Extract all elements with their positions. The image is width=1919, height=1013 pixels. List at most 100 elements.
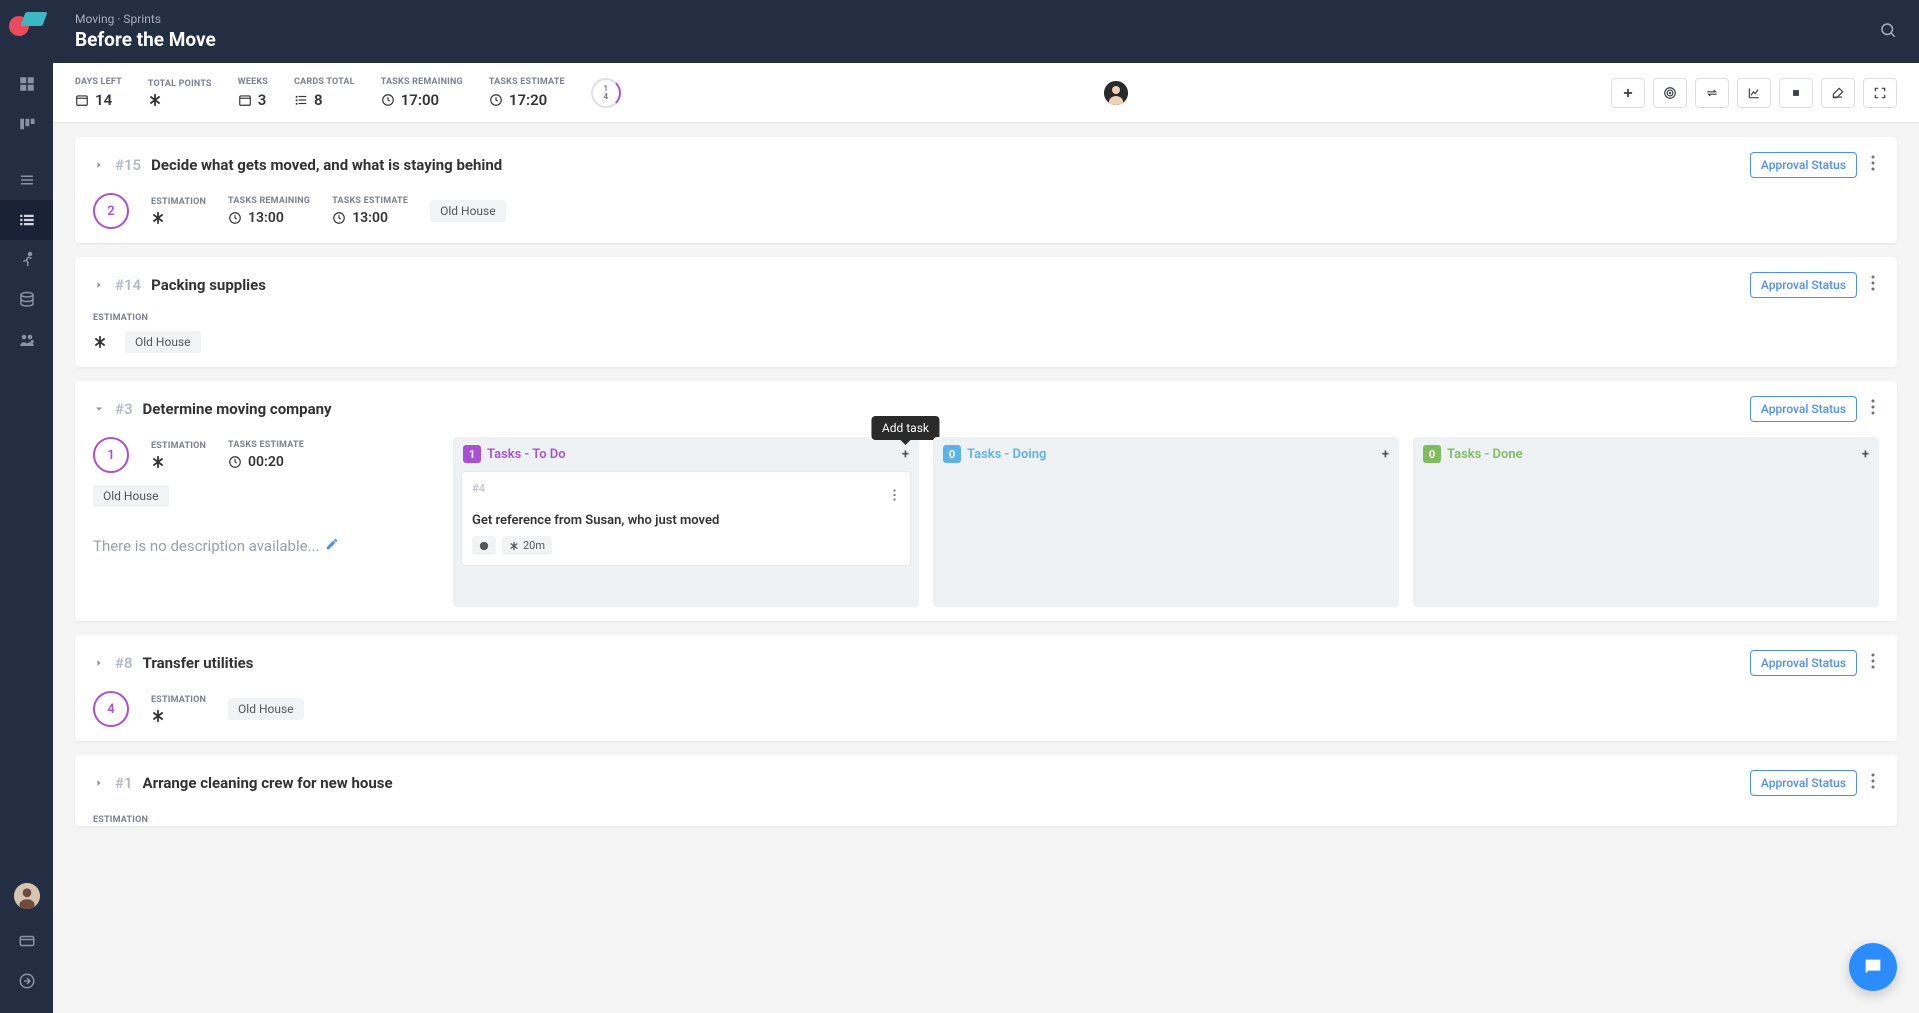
tasks-todo-column: 1Tasks - To Do Add task + #4 bbox=[453, 437, 919, 607]
card-id: #14 bbox=[115, 276, 141, 294]
chevron-right-icon bbox=[93, 159, 105, 171]
chevron-right-icon bbox=[93, 657, 105, 669]
card-id: #1 bbox=[115, 774, 133, 792]
approval-status-button[interactable]: Approval Status bbox=[1750, 272, 1857, 298]
stop-icon bbox=[1789, 86, 1803, 100]
task-more[interactable] bbox=[889, 482, 900, 509]
card-id: #8 bbox=[115, 654, 133, 672]
doing-count: 0 bbox=[943, 445, 961, 463]
nav-team[interactable] bbox=[0, 320, 53, 360]
add-doing-task[interactable]: + bbox=[1382, 447, 1389, 462]
nav-logout[interactable] bbox=[0, 961, 53, 1001]
add-todo-task[interactable]: Add task + bbox=[902, 447, 909, 462]
asterisk-icon bbox=[148, 93, 162, 107]
approval-status-button[interactable]: Approval Status bbox=[1750, 770, 1857, 796]
search-button[interactable] bbox=[1879, 21, 1897, 43]
sprint-card-expanded: #3 Determine moving company Approval Sta… bbox=[75, 381, 1897, 621]
add-done-task[interactable]: + bbox=[1862, 447, 1869, 462]
list-icon bbox=[294, 93, 308, 107]
story-points: 1 bbox=[93, 437, 129, 473]
more-menu[interactable] bbox=[1867, 271, 1879, 299]
task-title: Get reference from Susan, who just moved bbox=[472, 513, 900, 528]
task-estimate-chip: 20m bbox=[502, 536, 552, 555]
tasks-remaining-metric: TASKS REMAINING 13:00 bbox=[228, 196, 310, 226]
chat-widget[interactable] bbox=[1849, 943, 1897, 991]
approval-status-button[interactable]: Approval Status bbox=[1750, 650, 1857, 676]
metric-weeks: WEEKS 3 bbox=[238, 77, 268, 109]
assignee-avatar[interactable] bbox=[1104, 81, 1128, 105]
estimation-metric: ESTIMATION bbox=[151, 441, 206, 469]
edit-button[interactable] bbox=[1821, 78, 1855, 108]
expand-toggle[interactable] bbox=[93, 654, 105, 673]
progress-ring: 14 bbox=[591, 78, 621, 108]
estimation-metric: ESTIMATION bbox=[151, 197, 206, 225]
more-vert-icon bbox=[1871, 399, 1875, 415]
nav-list-2[interactable] bbox=[0, 200, 53, 240]
target-icon bbox=[1663, 86, 1677, 100]
more-menu[interactable] bbox=[1867, 395, 1879, 423]
add-button[interactable] bbox=[1611, 78, 1645, 108]
expand-toggle[interactable] bbox=[93, 774, 105, 793]
approval-status-button[interactable]: Approval Status bbox=[1750, 152, 1857, 178]
story-points: 2 bbox=[93, 193, 129, 229]
transfer-button[interactable] bbox=[1695, 78, 1729, 108]
tasks-doing-column: 0Tasks - Doing + bbox=[933, 437, 1399, 607]
asterisk-icon bbox=[151, 211, 165, 225]
card-title: Arrange cleaning crew for new house bbox=[143, 774, 393, 792]
card-title: Transfer utilities bbox=[143, 654, 254, 672]
tag: Old House bbox=[430, 200, 506, 222]
pencil-icon bbox=[325, 537, 339, 551]
metrics-toolbar: DAYS LEFT 14 TOTAL POINTS WEEKS 3 CARDS … bbox=[53, 63, 1919, 123]
metric-tasks-remaining: TASKS REMAINING 17:00 bbox=[381, 77, 463, 109]
nav-database[interactable] bbox=[0, 280, 53, 320]
estimation-label: ESTIMATION bbox=[93, 815, 148, 825]
todo-label: Tasks - To Do bbox=[487, 447, 566, 462]
fullscreen-button[interactable] bbox=[1863, 78, 1897, 108]
edit-description[interactable] bbox=[325, 537, 339, 555]
stop-button[interactable] bbox=[1779, 78, 1813, 108]
team-icon bbox=[18, 331, 36, 349]
more-menu[interactable] bbox=[1867, 151, 1879, 179]
clock-icon bbox=[332, 211, 346, 225]
page-header: Moving · Sprints Before the Move bbox=[53, 0, 1919, 63]
nav-activity[interactable] bbox=[0, 240, 53, 280]
approval-status-button[interactable]: Approval Status bbox=[1750, 396, 1857, 422]
more-menu[interactable] bbox=[1867, 769, 1879, 797]
calendar-icon bbox=[238, 93, 252, 107]
clock-icon bbox=[381, 93, 395, 107]
list-icon bbox=[18, 211, 36, 229]
tooltip: Add task bbox=[872, 416, 939, 440]
nav-board[interactable] bbox=[0, 104, 53, 144]
nav-list-1[interactable] bbox=[0, 160, 53, 200]
clock-icon bbox=[228, 455, 242, 469]
task-card[interactable]: #4 Get reference from Susan, who just mo… bbox=[461, 471, 911, 566]
expand-toggle[interactable] bbox=[93, 156, 105, 175]
tag: Old House bbox=[228, 698, 304, 720]
expand-toggle[interactable] bbox=[93, 276, 105, 295]
metric-tasks-estimate: TASKS ESTIMATE 17:20 bbox=[489, 77, 565, 109]
main-content: #15 Decide what gets moved, and what is … bbox=[53, 123, 1919, 1013]
user-avatar[interactable] bbox=[14, 883, 40, 909]
chevron-down-icon bbox=[93, 403, 105, 415]
chart-button[interactable] bbox=[1737, 78, 1771, 108]
card-title: Decide what gets moved, and what is stay… bbox=[151, 156, 502, 174]
menu-icon bbox=[18, 171, 36, 189]
clock-icon bbox=[489, 93, 503, 107]
tag: Old House bbox=[93, 485, 169, 507]
card-title: Determine moving company bbox=[143, 400, 332, 418]
chevron-right-icon bbox=[93, 279, 105, 291]
estimation-metric: ESTIMATION Old House bbox=[93, 313, 1879, 353]
search-icon bbox=[1879, 21, 1897, 39]
collapse-toggle[interactable] bbox=[93, 400, 105, 419]
board-icon bbox=[18, 115, 36, 133]
more-menu[interactable] bbox=[1867, 649, 1879, 677]
sprint-card: #8 Transfer utilities Approval Status 4 … bbox=[75, 635, 1897, 741]
clock-icon bbox=[228, 211, 242, 225]
nav-dashboard[interactable] bbox=[0, 64, 53, 104]
tasks-estimate-metric: TASKS ESTIMATE 13:00 bbox=[332, 196, 408, 226]
nav-billing[interactable] bbox=[0, 921, 53, 961]
metric-total-points: TOTAL POINTS bbox=[148, 79, 212, 107]
sprint-card: #14 Packing supplies Approval Status EST… bbox=[75, 257, 1897, 367]
target-button[interactable] bbox=[1653, 78, 1687, 108]
asterisk-icon bbox=[509, 541, 519, 551]
